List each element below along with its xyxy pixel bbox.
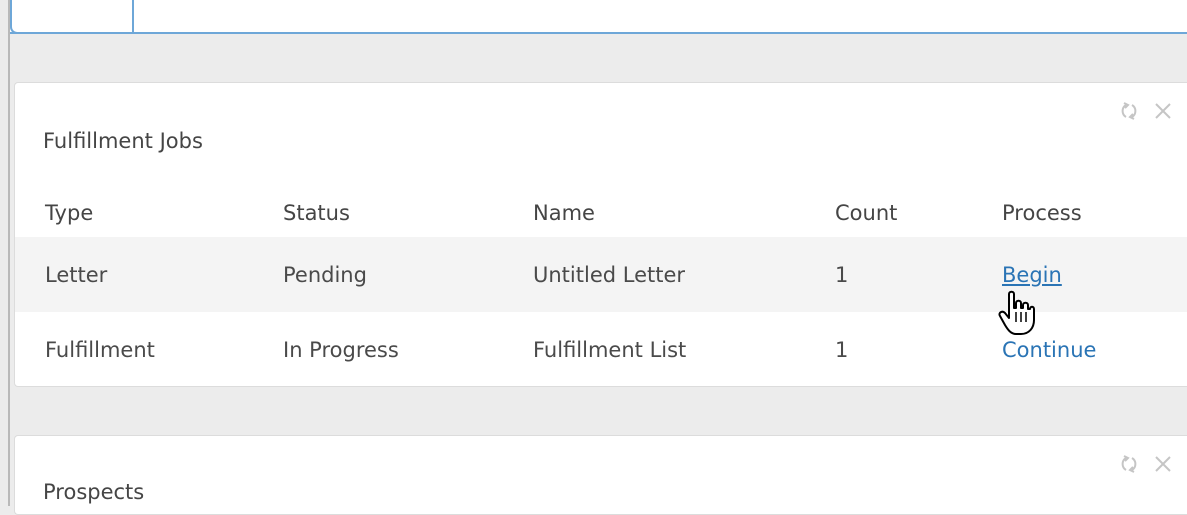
table-header-row: Type Status Name Count Process: [15, 179, 1187, 237]
close-icon[interactable]: [1153, 101, 1173, 125]
column-header-process: Process: [1002, 201, 1082, 225]
status-cell: Pending: [283, 262, 367, 287]
panel-controls: [1119, 101, 1173, 125]
column-header-type: Type: [45, 201, 94, 225]
status-cell: In Progress: [283, 337, 399, 362]
refresh-icon[interactable]: [1119, 101, 1139, 125]
name-cell: Untitled Letter: [533, 262, 686, 287]
prospects-title: Prospects: [43, 480, 145, 504]
type-cell: Letter: [45, 262, 108, 287]
refresh-icon[interactable]: [1119, 454, 1139, 478]
panel-controls: [1119, 454, 1173, 478]
column-header-name: Name: [533, 201, 595, 225]
begin-link[interactable]: Begin: [1002, 263, 1062, 287]
top-tab-bar: [10, 0, 1187, 34]
close-icon[interactable]: [1153, 454, 1173, 478]
fulfillment-jobs-panel: Fulfillment Jobs Type Status Name Count …: [14, 82, 1187, 387]
column-header-count: Count: [835, 201, 898, 225]
prospects-panel: Prospects: [14, 435, 1187, 515]
left-divider: [8, 0, 10, 506]
name-cell: Fulfillment List: [533, 337, 687, 362]
top-tab[interactable]: [10, 0, 134, 34]
fulfillment-jobs-title: Fulfillment Jobs: [43, 129, 203, 153]
fulfillment-jobs-table: Type Status Name Count Process Letter Pe…: [15, 179, 1187, 387]
count-cell: 1: [835, 262, 849, 287]
column-header-status: Status: [283, 201, 350, 225]
continue-link[interactable]: Continue: [1002, 338, 1096, 362]
type-cell: Fulfillment: [45, 337, 155, 362]
hand-pointer-icon: [997, 290, 1039, 336]
count-cell: 1: [835, 337, 849, 362]
